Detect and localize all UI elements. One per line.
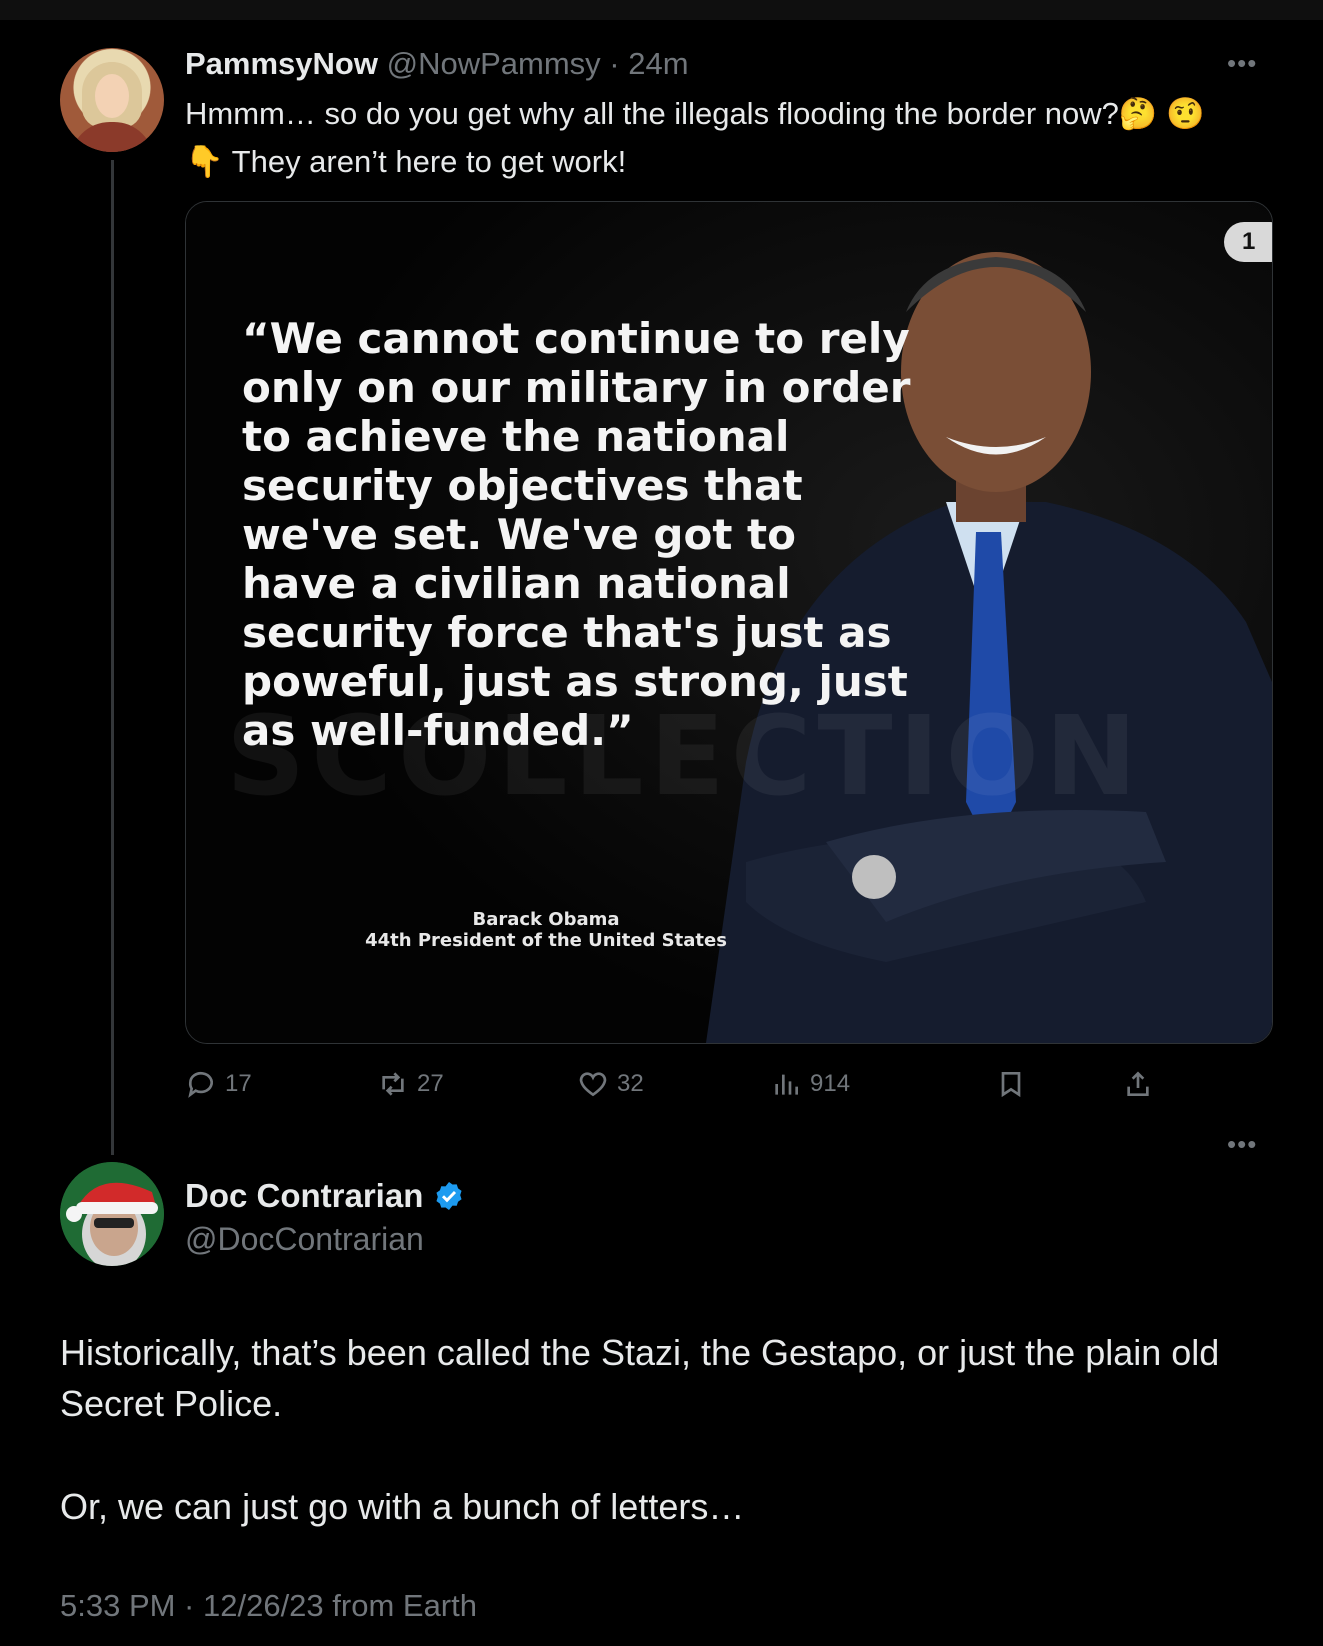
tweet-paragraph: Or, we can just go with a bunch of lette… xyxy=(60,1486,745,1527)
repost-button[interactable]: 27 xyxy=(377,1064,444,1104)
tweet-meta[interactable]: 5:33 PM · 12/26/23 from Earth xyxy=(60,1585,477,1627)
display-name-row: Doc Contrarian xyxy=(185,1175,465,1217)
reply-count: 17 xyxy=(225,1070,252,1097)
bookmark-button[interactable] xyxy=(995,1064,1027,1104)
views-button[interactable]: 914 xyxy=(770,1064,850,1104)
share-button[interactable] xyxy=(1122,1064,1154,1104)
santa-hat-avatar-image xyxy=(60,1162,164,1266)
attribution-title: 44th President of the United States xyxy=(365,930,727,951)
tweet-header: PammsyNow @NowPammsy · 24m xyxy=(185,44,689,84)
display-name[interactable]: Doc Contrarian xyxy=(185,1175,423,1217)
display-name[interactable]: PammsyNow xyxy=(185,46,378,81)
reply-icon xyxy=(188,1071,213,1098)
repost-icon xyxy=(382,1072,404,1096)
more-icon[interactable]: ••• xyxy=(1227,1131,1267,1157)
thread-line xyxy=(111,160,114,1155)
timestamp[interactable]: 24m xyxy=(628,46,688,81)
separator: · xyxy=(609,46,620,81)
avatar[interactable] xyxy=(60,48,164,152)
share-icon xyxy=(1127,1071,1149,1096)
quote-text: “We cannot continue to rely only on our … xyxy=(242,314,911,755)
tweet-text: Hmmm… so do you get why all the illegals… xyxy=(185,96,1205,179)
view-count: 914 xyxy=(810,1070,851,1097)
tweet-paragraph: Historically, that’s been called the Sta… xyxy=(60,1332,1220,1424)
verified-badge-icon[interactable] xyxy=(433,1180,465,1212)
quote-attribution: Barack Obama 44th President of the Unite… xyxy=(336,909,756,951)
reply-button[interactable]: 17 xyxy=(185,1064,252,1104)
media-count-badge: 1 xyxy=(1224,222,1272,262)
attribution-name: Barack Obama xyxy=(472,909,620,930)
tweet-actions: 17 27 32 914 xyxy=(185,1064,1149,1104)
tweet-text: Historically, that’s been called the Sta… xyxy=(60,1327,1280,1532)
more-icon[interactable]: ••• xyxy=(1227,50,1267,76)
handle[interactable]: @DocContrarian xyxy=(185,1218,424,1260)
avatar[interactable] xyxy=(60,1162,164,1266)
views-icon xyxy=(775,1074,798,1095)
like-icon xyxy=(579,1072,607,1097)
like-count: 32 xyxy=(617,1070,644,1097)
tweet-media[interactable]: SCOLLECTION “We cannot continue to rely … xyxy=(185,201,1273,1044)
bookmark-icon xyxy=(1001,1072,1021,1098)
top-bar xyxy=(0,0,1323,20)
handle[interactable]: @NowPammsy xyxy=(387,46,601,81)
like-button[interactable]: 32 xyxy=(577,1064,644,1104)
repost-count: 27 xyxy=(417,1070,444,1097)
